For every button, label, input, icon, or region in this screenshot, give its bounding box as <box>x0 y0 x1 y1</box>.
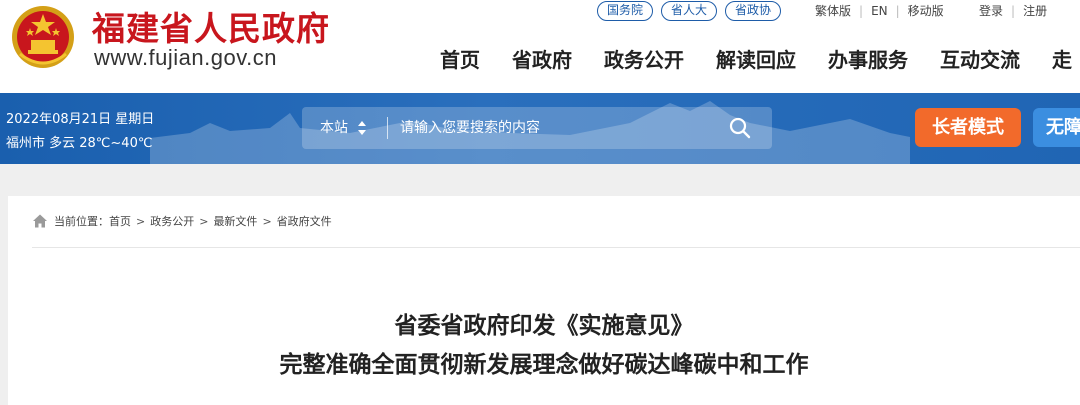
article-panel: 当前位置： 首页 > 政务公开 > 最新文件 > 省政府文件 省委省政府印发《实… <box>8 196 1080 405</box>
elder-mode-button[interactable]: 长者模式 <box>915 108 1021 147</box>
user-links: 登录 | 注册 <box>979 2 1047 19</box>
breadcrumb-separator: > <box>136 214 146 228</box>
search-divider <box>387 117 388 139</box>
sort-arrows-icon[interactable] <box>357 119 367 137</box>
link-provincial-cppcc[interactable]: 省政协 <box>725 1 782 21</box>
breadcrumb: 当前位置： 首页 > 政务公开 > 最新文件 > 省政府文件 <box>32 213 332 229</box>
breadcrumb-latest-documents[interactable]: 最新文件 <box>213 213 257 229</box>
article-title-line1: 省委省政府印发《实施意见》 <box>394 313 694 339</box>
site-header: 福建省人民政府 www.fujian.gov.cn 国务院 省人大 省政协 繁体… <box>0 0 1080 93</box>
national-emblem-icon[interactable] <box>10 4 76 70</box>
current-date: 2022年08月21日 星期日 <box>6 112 155 127</box>
register-link[interactable]: 注册 <box>1023 2 1047 19</box>
home-icon <box>33 214 47 228</box>
site-name[interactable]: 福建省人民政府 <box>92 2 330 50</box>
external-links: 国务院 省人大 省政协 <box>597 1 782 21</box>
link-state-council[interactable]: 国务院 <box>597 1 654 21</box>
language-links: 繁体版 | EN | 移动版 <box>815 2 944 19</box>
article-title-line2: 完整准确全面贯彻新发展理念做好碳达峰碳中和工作 <box>279 352 809 378</box>
main-nav: 首页 省政府 政务公开 解读回应 办事服务 互动交流 走 <box>440 44 1080 73</box>
breadcrumb-provincial-documents[interactable]: 省政府文件 <box>277 213 332 229</box>
search-box: 本站 <box>302 107 772 149</box>
search-icon[interactable] <box>728 116 752 140</box>
search-band: 2022年08月21日 星期日 福州市 多云 28℃~40℃ 本站 长者模式 无… <box>0 93 1080 164</box>
mobile-version-link[interactable]: 移动版 <box>908 2 944 19</box>
search-input[interactable] <box>400 107 720 149</box>
nav-services[interactable]: 办事服务 <box>828 44 908 73</box>
nav-interpretation[interactable]: 解读回应 <box>716 44 796 73</box>
util-separator: | <box>1011 3 1016 18</box>
weather-info: 福州市 多云 28℃~40℃ <box>6 136 153 151</box>
login-link[interactable]: 登录 <box>979 2 1003 19</box>
nav-government-affairs[interactable]: 政务公开 <box>604 44 684 73</box>
breadcrumb-government-affairs[interactable]: 政务公开 <box>150 213 194 229</box>
link-provincial-congress[interactable]: 省人大 <box>661 1 718 21</box>
nav-more[interactable]: 走 <box>1052 44 1072 73</box>
english-link[interactable]: EN <box>871 4 888 18</box>
util-separator: | <box>859 3 864 18</box>
breadcrumb-home[interactable]: 首页 <box>109 213 131 229</box>
nav-provincial-government[interactable]: 省政府 <box>512 44 572 73</box>
site-url[interactable]: www.fujian.gov.cn <box>94 45 277 71</box>
breadcrumb-separator: > <box>262 214 272 228</box>
search-scope-select[interactable]: 本站 <box>320 107 348 149</box>
breadcrumb-divider <box>32 247 1080 248</box>
util-separator: | <box>895 3 900 18</box>
traditional-chinese-link[interactable]: 繁体版 <box>815 2 851 19</box>
nav-interaction[interactable]: 互动交流 <box>940 44 1020 73</box>
accessibility-mode-button[interactable]: 无障 <box>1033 108 1080 147</box>
breadcrumb-prefix: 当前位置： <box>54 215 109 228</box>
nav-home[interactable]: 首页 <box>440 44 480 73</box>
breadcrumb-separator: > <box>199 214 209 228</box>
